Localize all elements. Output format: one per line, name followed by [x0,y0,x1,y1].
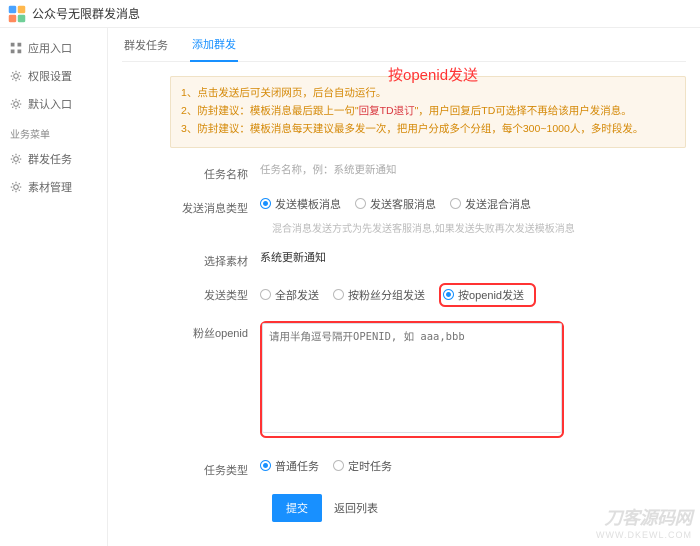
back-to-list-link[interactable]: 返回列表 [334,500,378,516]
highlight-box-send-openid: 按openid发送 [439,283,536,307]
msg-type-hint: 混合消息发送方式为先发送客服消息,如果发送失败再次发送模板消息 [272,220,686,235]
notice-line-2c: "，用户回复后TD可选择不再给该用户发消息。 [415,105,632,117]
tab-broadcast-list[interactable]: 群发任务 [122,29,170,61]
gear-icon [10,153,22,165]
radio-label: 普通任务 [275,458,319,474]
sidebar: 应用入口 权限设置 默认入口 业务菜单 群发任务 素材管理 [0,28,108,546]
watermark-line2: WWW.DKEWL.COM [596,530,692,540]
gear-icon [10,70,22,82]
sidebar-item-label: 应用入口 [28,40,72,56]
radio-dot-icon [450,198,461,209]
material-value: 系统更新通知 [260,249,326,265]
radio-cs-msg[interactable]: 发送客服消息 [355,196,436,212]
radio-send-by-group[interactable]: 按粉丝分组发送 [333,287,425,303]
radio-timed-task[interactable]: 定时任务 [333,458,392,474]
sidebar-item-broadcast-tasks[interactable]: 群发任务 [0,145,107,173]
label-openid: 粉丝openid [170,321,260,341]
app-title: 公众号无限群发消息 [32,5,140,22]
radio-dot-icon [355,198,366,209]
radio-label: 发送客服消息 [370,196,436,212]
radio-label: 定时任务 [348,458,392,474]
tab-add-broadcast[interactable]: 添加群发 [190,28,238,62]
gear-icon [10,181,22,193]
label-material: 选择素材 [170,249,260,269]
sidebar-item-permissions[interactable]: 权限设置 [0,62,107,90]
sidebar-item-app-entry[interactable]: 应用入口 [0,34,107,62]
notice-line-2-highlight: 回复TD退订 [359,105,415,117]
radio-send-by-openid[interactable]: 按openid发送 [443,287,524,303]
gear-icon [10,98,22,110]
radio-dot-icon [260,289,271,300]
sidebar-item-label: 群发任务 [28,151,72,167]
notice-line-1: 1、点击发送后可关闭网页，后台自动运行。 [181,87,386,99]
radio-label: 发送混合消息 [465,196,531,212]
notice-line-3: 3、防封建议：模板消息每天建议最多发一次，把用户分成多个分组，每个300~100… [181,123,643,135]
grid-icon [10,42,22,54]
highlight-box-openid-field [260,321,564,438]
radio-mixed-msg[interactable]: 发送混合消息 [450,196,531,212]
sidebar-item-label: 权限设置 [28,68,72,84]
label-send-type: 发送类型 [170,283,260,303]
label-task-type: 任务类型 [170,458,260,478]
app-logo [8,5,26,23]
label-msg-type: 发送消息类型 [170,196,260,216]
tabs: 群发任务 添加群发 [122,28,686,62]
notice-box: 1、点击发送后可关闭网页，后台自动运行。 2、防封建议：模板消息最后跟上一句"回… [170,76,686,148]
sidebar-section-label: 业务菜单 [0,118,107,145]
radio-dot-icon [260,460,271,471]
label-task-name: 任务名称 [170,162,260,182]
notice-line-2a: 2、防封建议：模板消息最后跟上一句" [181,105,359,117]
radio-dot-icon [260,198,271,209]
radio-label: 按openid发送 [458,287,524,303]
radio-label: 发送模板消息 [275,196,341,212]
task-name-placeholder[interactable]: 任务名称，例：系统更新通知 [260,162,397,177]
main: 群发任务 添加群发 按openid发送 1、点击发送后可关闭网页，后台自动运行。… [108,28,700,546]
radio-label: 全部发送 [275,287,319,303]
sidebar-item-materials[interactable]: 素材管理 [0,173,107,201]
radio-dot-icon [333,289,344,300]
callout-annotation: 按openid发送 [388,64,478,85]
submit-button[interactable]: 提交 [272,494,322,522]
sidebar-item-default-entry[interactable]: 默认入口 [0,90,107,118]
topbar: 公众号无限群发消息 [0,0,700,28]
sidebar-item-label: 默认入口 [28,96,72,112]
radio-dot-icon [443,289,454,300]
radio-send-all[interactable]: 全部发送 [260,287,319,303]
radio-dot-icon [333,460,344,471]
radio-label: 按粉丝分组发送 [348,287,425,303]
sidebar-item-label: 素材管理 [28,179,72,195]
openid-textarea[interactable] [262,323,562,433]
radio-normal-task[interactable]: 普通任务 [260,458,319,474]
radio-template-msg[interactable]: 发送模板消息 [260,196,341,212]
